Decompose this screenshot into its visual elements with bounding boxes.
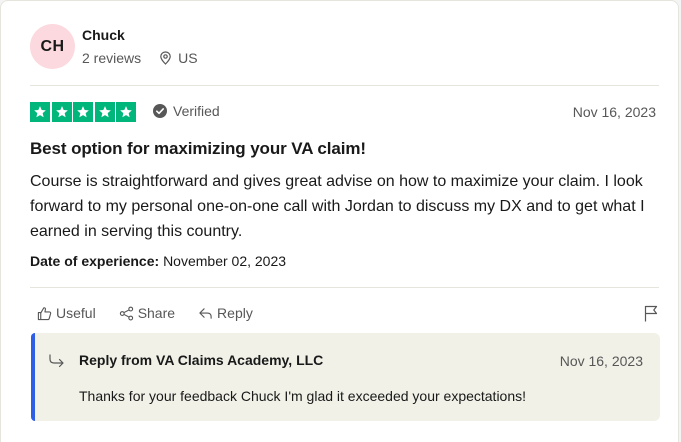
useful-button[interactable]: Useful <box>37 305 96 321</box>
reply-author: Reply from VA Claims Academy, LLC <box>79 352 324 368</box>
experience-date: November 02, 2023 <box>163 253 287 269</box>
useful-label: Useful <box>56 305 96 321</box>
reply-arrow-icon <box>199 307 212 319</box>
star-icon <box>51 102 72 122</box>
location-pin-icon <box>160 51 171 65</box>
review-actions: Useful Share Reply <box>37 305 276 321</box>
star-icon <box>30 102 50 122</box>
date-of-experience: Date of experience: November 02, 2023 <box>30 253 286 269</box>
share-button[interactable]: Share <box>119 305 175 321</box>
share-label: Share <box>137 305 176 321</box>
star-icon <box>116 102 136 122</box>
report-flag-button[interactable] <box>644 305 658 327</box>
check-circle-icon <box>153 104 167 118</box>
actions-divider <box>30 287 659 288</box>
reviewer-name[interactable]: Chuck <box>82 27 125 43</box>
flag-icon <box>644 305 658 322</box>
avatar[interactable]: CH <box>30 24 75 69</box>
reply-label: Reply <box>217 305 253 321</box>
reviews-count: 2 reviews <box>82 50 142 66</box>
reply-text: Thanks for your feedback Chuck I'm glad … <box>79 388 527 404</box>
review-date: Nov 16, 2023 <box>572 104 656 120</box>
star-rating <box>30 102 138 122</box>
reply-arrow-icon <box>49 354 64 368</box>
reviewer-location: US <box>159 50 198 66</box>
location-text: US <box>178 50 198 66</box>
verified-label: Verified <box>173 103 220 119</box>
verified-badge[interactable]: Verified <box>153 103 220 119</box>
review-body: Course is straightforward and gives grea… <box>30 173 645 240</box>
thumbs-up-icon <box>37 306 52 320</box>
share-icon <box>119 306 133 320</box>
reviewer-meta: 2 reviews US <box>82 50 198 66</box>
star-icon <box>94 102 115 122</box>
reply-button[interactable]: Reply <box>198 305 253 321</box>
header-divider <box>30 85 659 86</box>
company-reply: Reply from VA Claims Academy, LLC Nov 16… <box>31 333 660 421</box>
review-card: CH Chuck 2 reviews US Verified Nov 16, 2… <box>0 0 679 442</box>
reply-date: Nov 16, 2023 <box>559 353 643 369</box>
experience-label: Date of experience: <box>30 253 160 269</box>
review-title[interactable]: Best option for maximizing your VA claim… <box>30 139 366 159</box>
star-icon <box>73 102 93 122</box>
